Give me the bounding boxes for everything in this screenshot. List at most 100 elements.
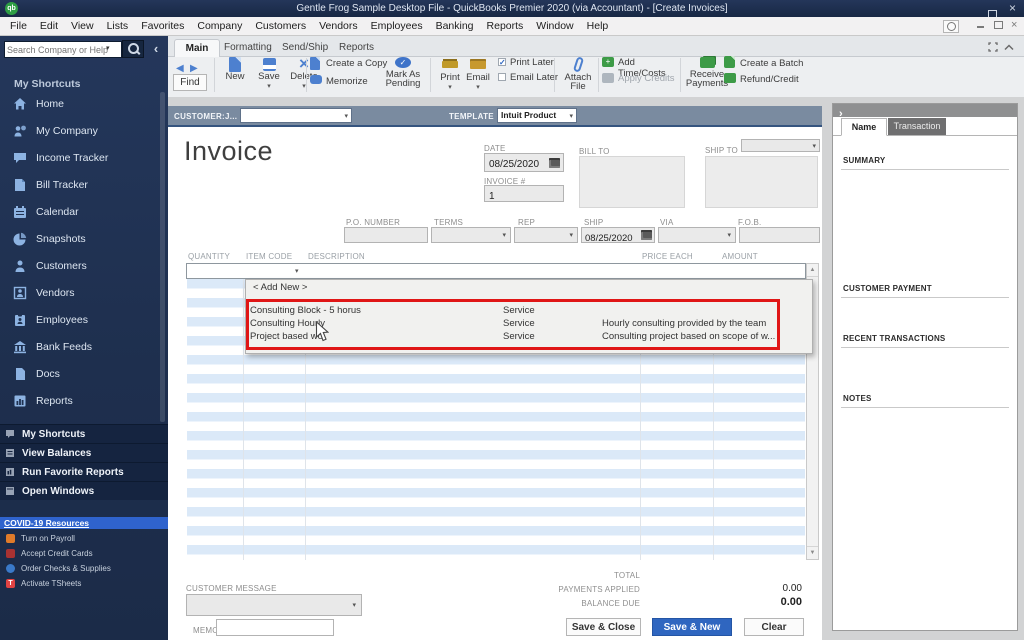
panel-collapse-bar[interactable]: ›: [833, 104, 1017, 117]
save-button[interactable]: Save ▾: [252, 56, 286, 94]
customers-icon: [13, 259, 27, 273]
col-amount: AMOUNT: [722, 252, 758, 261]
tab-name[interactable]: Name: [841, 118, 887, 136]
close-button[interactable]: ×: [1009, 0, 1016, 18]
menu-employees[interactable]: Employees: [371, 20, 423, 32]
sidebar-item-my-company[interactable]: My Company: [0, 117, 160, 144]
menu-vendors[interactable]: Vendors: [319, 20, 358, 32]
sidebar-item-income-tracker[interactable]: Income Tracker: [0, 144, 160, 171]
po-number-field[interactable]: [344, 227, 428, 243]
save-close-button[interactable]: Save & Close: [566, 618, 641, 636]
item-input-row[interactable]: ▾: [186, 263, 806, 279]
apply-credits-button[interactable]: Apply Credits: [602, 72, 678, 88]
sidebar-item-bank-feeds[interactable]: Bank Feeds: [0, 333, 160, 360]
section-run-favorite-reports[interactable]: Run Favorite Reports: [0, 462, 168, 481]
dropdown-add-new[interactable]: < Add New >: [253, 282, 307, 293]
menu-file[interactable]: File: [10, 20, 27, 32]
covid-item-credit-cards[interactable]: Accept Credit Cards: [0, 547, 168, 560]
income-tracker-icon: [13, 151, 27, 165]
via-dropdown[interactable]: ▾: [658, 227, 736, 243]
sidebar-item-bill-tracker[interactable]: Bill Tracker: [0, 171, 160, 198]
menu-customers[interactable]: Customers: [255, 20, 306, 32]
sidebar-item-reports[interactable]: Reports: [0, 387, 160, 414]
close-icon: ×: [1009, 1, 1016, 15]
new-button[interactable]: New: [218, 56, 252, 94]
fob-field[interactable]: [739, 227, 820, 243]
template-dropdown[interactable]: Intuit Product Inv... ▾: [497, 108, 577, 123]
sidebar-item-vendors[interactable]: Vendors: [0, 279, 160, 306]
email-button[interactable]: Email ▾: [462, 56, 494, 94]
tab-reports[interactable]: Reports: [339, 42, 374, 53]
quickbooks-window: qb Gentle Frog Sample Desktop File - Qui…: [0, 0, 1024, 640]
terms-dropdown[interactable]: ▾: [431, 227, 511, 243]
ship-to-box[interactable]: [705, 156, 818, 208]
sidebar-scrollbar[interactable]: [160, 92, 165, 422]
sidebar-item-snapshots[interactable]: Snapshots: [0, 225, 160, 252]
calendar-icon[interactable]: [549, 158, 560, 168]
save-new-button[interactable]: Save & New: [652, 618, 732, 636]
sidebar-item-customers[interactable]: Customers: [0, 252, 160, 279]
reminders-clock-button[interactable]: [943, 20, 959, 33]
covid-item-payroll[interactable]: Turn on Payroll: [0, 532, 168, 545]
vendors-icon: [13, 286, 27, 300]
menu-window[interactable]: Window: [536, 20, 573, 32]
menu-help[interactable]: Help: [587, 20, 609, 32]
create-batch-button[interactable]: Create a Batch: [724, 56, 804, 72]
section-recent-transactions: RECENT TRANSACTIONS: [843, 334, 945, 343]
date-field[interactable]: 08/25/2020: [484, 153, 564, 172]
menu-banking[interactable]: Banking: [436, 20, 474, 32]
section-view-balances[interactable]: View Balances: [0, 443, 168, 462]
section-open-windows[interactable]: Open Windows: [0, 481, 168, 500]
shortcuts-icon: [5, 429, 15, 439]
menu-favorites[interactable]: Favorites: [141, 20, 184, 32]
menu-company[interactable]: Company: [197, 20, 242, 32]
search-scope-caret-icon[interactable]: ▾: [106, 45, 110, 52]
section-customer-payment: CUSTOMER PAYMENT: [843, 284, 932, 293]
sidebar-item-employees[interactable]: Employees: [0, 306, 160, 333]
tab-main[interactable]: Main: [174, 39, 220, 57]
search-button[interactable]: [122, 40, 144, 58]
child-minimize-button[interactable]: [977, 21, 984, 31]
covid-resources-link[interactable]: COVID-19 Resources: [0, 517, 168, 529]
calendar-icon[interactable]: [641, 230, 652, 240]
search-input[interactable]: [4, 41, 122, 58]
ship-date-field[interactable]: 08/25/2020: [581, 227, 655, 243]
scroll-up-icon[interactable]: ▲: [807, 264, 818, 277]
menu-view[interactable]: View: [71, 20, 94, 32]
child-close-button[interactable]: ×: [1011, 19, 1017, 31]
invoice-number-field[interactable]: 1: [484, 185, 564, 202]
menu-lists[interactable]: Lists: [107, 20, 129, 32]
customer-job-dropdown[interactable]: ▾: [240, 108, 352, 123]
scroll-down-icon[interactable]: ▼: [807, 546, 818, 559]
ship-date-value: 08/25/2020: [582, 233, 633, 244]
sidebar-item-calendar[interactable]: Calendar: [0, 198, 160, 225]
tab-formatting[interactable]: Formatting: [224, 42, 272, 53]
sidebar-item-home[interactable]: Home: [0, 90, 160, 117]
attach-file-button[interactable]: Attach File: [558, 56, 598, 94]
section-summary: SUMMARY: [843, 156, 885, 165]
menu-edit[interactable]: Edit: [40, 20, 58, 32]
find-button[interactable]: Find: [173, 74, 207, 91]
covid-item-checks-supplies[interactable]: Order Checks & Supplies: [0, 562, 168, 575]
add-time-costs-button[interactable]: + Add Time/Costs: [602, 56, 678, 72]
memo-field[interactable]: [216, 619, 334, 636]
child-restore-button[interactable]: [994, 21, 1003, 31]
collapse-sidebar-button[interactable]: ‹: [147, 40, 165, 58]
covid-item-tsheets[interactable]: T Activate TSheets: [0, 577, 168, 590]
item-code-caret-icon[interactable]: ▾: [295, 268, 299, 275]
clear-button[interactable]: Clear: [744, 618, 804, 636]
ship-to-dropdown[interactable]: ▾: [741, 139, 820, 152]
expand-icon[interactable]: [988, 42, 998, 52]
bill-to-box[interactable]: [579, 156, 685, 208]
mark-pending-button[interactable]: ✓ Mark As Pending: [380, 56, 426, 94]
refund-credit-button[interactable]: Refund/Credit: [724, 72, 804, 88]
tab-send-ship[interactable]: Send/Ship: [282, 42, 328, 53]
rep-dropdown[interactable]: ▾: [514, 227, 578, 243]
menu-reports[interactable]: Reports: [487, 20, 524, 32]
section-my-shortcuts[interactable]: My Shortcuts: [0, 424, 168, 443]
sidebar-item-docs[interactable]: Docs: [0, 360, 160, 387]
calendar-icon: [13, 205, 27, 219]
customer-message-dropdown[interactable]: ▾: [186, 594, 362, 616]
collapse-ribbon-icon[interactable]: [1004, 44, 1014, 51]
tab-transaction[interactable]: Transaction: [888, 118, 946, 135]
